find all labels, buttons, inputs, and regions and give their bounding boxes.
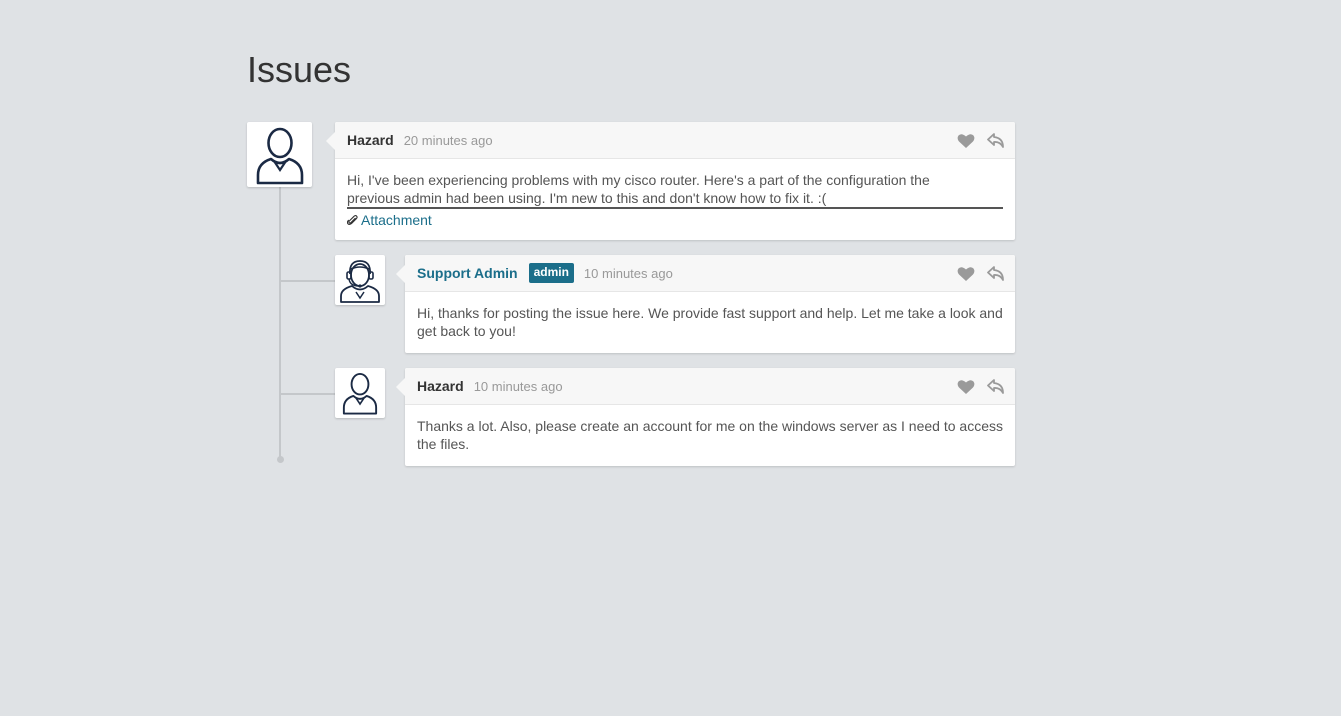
user-icon xyxy=(342,372,378,415)
user-icon xyxy=(256,127,303,184)
comment-actions xyxy=(957,133,1005,149)
avatar[interactable] xyxy=(335,368,385,418)
comment-author[interactable]: Hazard xyxy=(347,132,394,148)
comment-card: Hazard 10 minutes ago Thanks a lot. Also… xyxy=(396,368,1015,466)
reply-icon[interactable] xyxy=(987,379,1005,395)
comment-actions xyxy=(957,379,1005,395)
comment-header: Hazard 10 minutes ago xyxy=(405,368,1015,405)
comment-card: Support Admin admin 10 minutes ago Hi, t… xyxy=(396,255,1015,353)
avatar[interactable] xyxy=(247,122,312,187)
avatar[interactable] xyxy=(335,255,385,305)
thread-branch xyxy=(281,280,335,282)
attachment-link[interactable]: Attachment xyxy=(347,211,1003,229)
comment-text: Hi, thanks for posting the issue here. W… xyxy=(417,305,1003,339)
comment-text: Thanks a lot. Also, please create an acc… xyxy=(417,418,1003,452)
support-agent-icon xyxy=(340,260,380,303)
role-badge: admin xyxy=(528,263,574,283)
reply-icon[interactable] xyxy=(987,133,1005,149)
comment-author[interactable]: Hazard xyxy=(417,378,464,394)
comment-header: Support Admin admin 10 minutes ago xyxy=(405,255,1015,292)
comment-text: previous admin had been using. I'm new t… xyxy=(347,189,1003,209)
comment-time: 20 minutes ago xyxy=(403,132,493,148)
comment-time: 10 minutes ago xyxy=(583,265,673,281)
comment-body: Hi, I've been experiencing problems with… xyxy=(335,159,1015,239)
heart-icon[interactable] xyxy=(957,379,975,395)
heart-icon[interactable] xyxy=(957,266,975,282)
heart-icon[interactable] xyxy=(957,133,975,149)
attachment-label: Attachment xyxy=(361,212,432,228)
thread-end-dot xyxy=(277,456,284,463)
page: Issues Hazard 20 minutes ago Hi, I've be… xyxy=(0,0,1341,716)
comment-body: Thanks a lot. Also, please create an acc… xyxy=(405,405,1015,463)
comment-actions xyxy=(957,266,1005,282)
comment-author[interactable]: Support Admin xyxy=(417,265,518,281)
reply-icon[interactable] xyxy=(987,266,1005,282)
paperclip-icon xyxy=(347,214,358,225)
comment-text: Hi, I've been experiencing problems with… xyxy=(347,172,930,188)
comment-header: Hazard 20 minutes ago xyxy=(335,122,1015,159)
page-title: Issues xyxy=(247,49,352,90)
thread-line xyxy=(279,186,281,458)
comment-time: 10 minutes ago xyxy=(473,378,563,394)
comment-body: Hi, thanks for posting the issue here. W… xyxy=(405,292,1015,350)
comment-card: Hazard 20 minutes ago Hi, I've been expe… xyxy=(326,122,1015,240)
thread-branch xyxy=(281,393,335,395)
